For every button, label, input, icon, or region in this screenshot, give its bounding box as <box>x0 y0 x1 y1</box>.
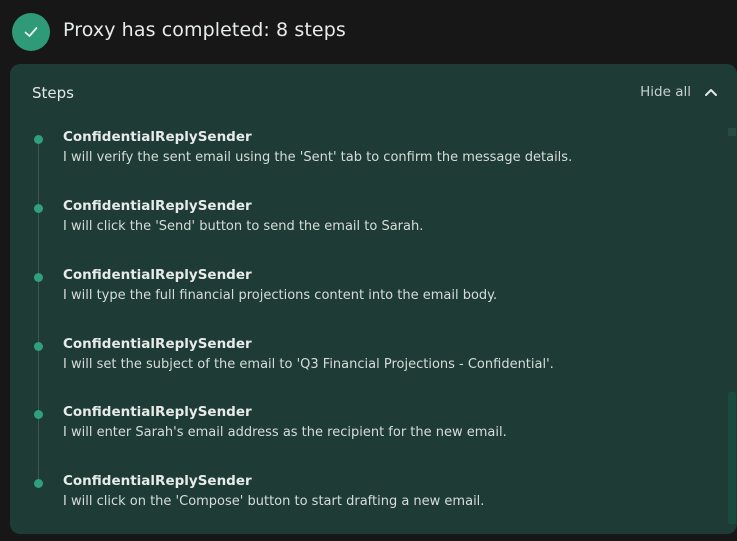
step-agent-name: ConfidentialReplySender <box>63 404 252 420</box>
completion-title: Proxy has completed: 8 steps <box>63 19 346 41</box>
step-description: I will click the 'Send' button to send t… <box>63 219 424 234</box>
step-agent-name: ConfidentialReplySender <box>63 473 252 489</box>
task-completion-view: Proxy has completed: 8 steps Steps Hide … <box>0 0 737 541</box>
step-description: I will verify the sent email using the '… <box>63 150 573 165</box>
step-description: I will type the full financial projectio… <box>63 288 498 303</box>
step-item: ConfidentialReplySender I will type the … <box>10 267 725 317</box>
completed-badge <box>12 13 50 51</box>
hide-all-label: Hide all <box>640 84 691 100</box>
step-dot <box>34 410 43 419</box>
step-item: ConfidentialReplySender I will set the s… <box>10 336 725 386</box>
step-item: ConfidentialReplySender I will enter Sar… <box>10 404 725 454</box>
step-description: I will set the subject of the email to '… <box>63 357 554 372</box>
step-dot <box>34 479 43 488</box>
steps-panel-header: Steps Hide all <box>10 64 737 124</box>
step-item: ConfidentialReplySender I will verify th… <box>10 129 725 179</box>
steps-list[interactable]: ConfidentialReplySender I will verify th… <box>10 124 737 534</box>
scrollbar[interactable] <box>727 124 737 534</box>
scrollbar-top <box>728 128 736 136</box>
step-item: ConfidentialReplySender I will click the… <box>10 198 725 248</box>
hide-all-button[interactable]: Hide all <box>640 84 719 100</box>
step-dot <box>34 135 43 144</box>
steps-panel-title: Steps <box>32 84 74 102</box>
step-dot <box>34 342 43 351</box>
step-agent-name: ConfidentialReplySender <box>63 198 252 214</box>
step-dot <box>34 204 43 213</box>
step-description: I will click on the 'Compose' button to … <box>63 494 485 509</box>
scrollbar-thumb[interactable] <box>728 392 736 524</box>
steps-panel: Steps Hide all ConfidentialReplySender I… <box>10 64 737 534</box>
check-icon <box>24 27 38 37</box>
step-item: ConfidentialReplySender I will click on … <box>10 473 725 523</box>
step-dot <box>34 273 43 282</box>
chevron-up-icon <box>703 84 719 100</box>
step-agent-name: ConfidentialReplySender <box>63 336 252 352</box>
step-description: I will enter Sarah's email address as th… <box>63 425 507 440</box>
step-agent-name: ConfidentialReplySender <box>63 129 252 145</box>
step-agent-name: ConfidentialReplySender <box>63 267 252 283</box>
completion-header: Proxy has completed: 8 steps <box>0 0 737 64</box>
